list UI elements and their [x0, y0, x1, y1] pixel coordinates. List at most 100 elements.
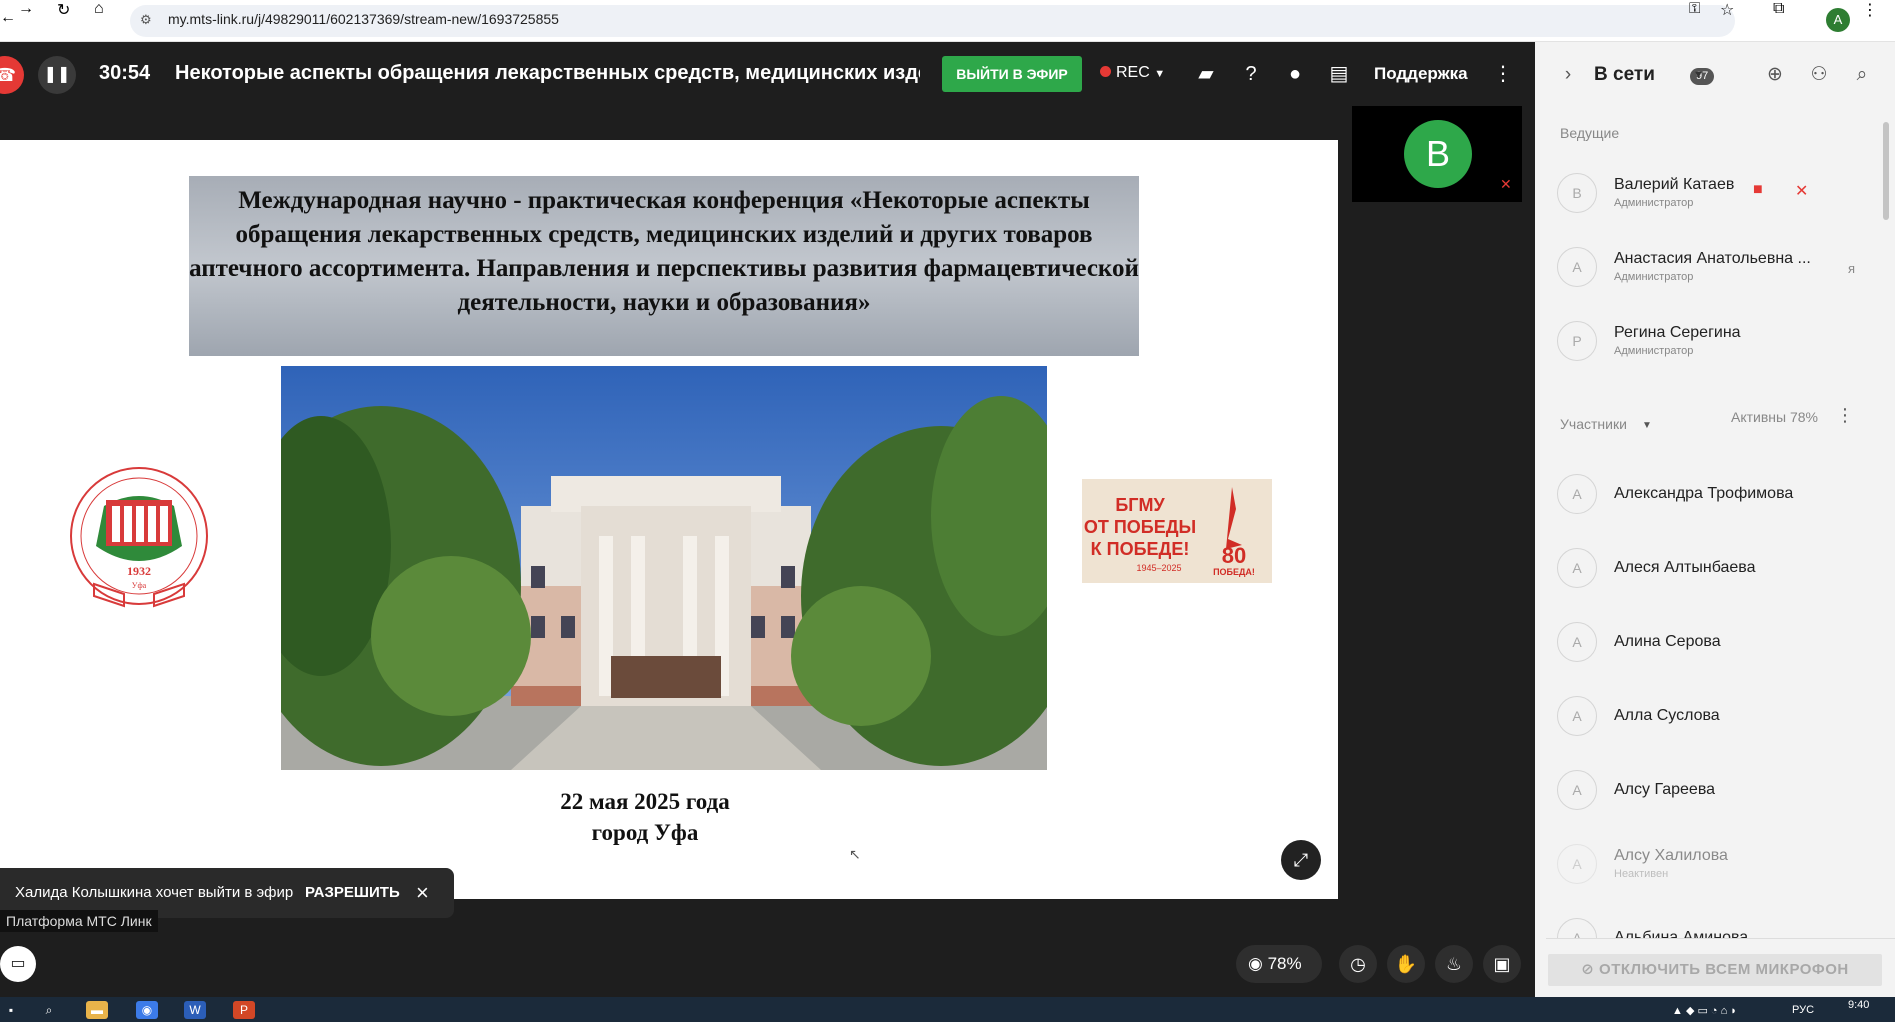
reactions-icon[interactable]: ♨ — [1435, 945, 1473, 983]
record-dot-icon — [1100, 66, 1111, 77]
avatar: А — [1557, 548, 1597, 588]
screen-share-icon[interactable]: ▭ — [0, 946, 36, 982]
slide-title: Международная научно - практическая конф… — [189, 187, 1139, 316]
go-live-button[interactable]: ВЫЙТИ В ЭФИР — [942, 56, 1082, 92]
participant-name: Алла Суслова — [1614, 707, 1720, 724]
search-icon[interactable]: ⌕ — [38, 1001, 60, 1019]
list-item[interactable]: А Алеся Алтынбаева — [1557, 548, 1877, 590]
avatar: В — [1557, 173, 1597, 213]
close-icon[interactable]: × — [416, 880, 429, 906]
fullscreen-button[interactable]: ⤢ — [1281, 840, 1321, 880]
support-button[interactable]: Поддержка — [1374, 64, 1468, 84]
powerpoint-icon[interactable]: P — [233, 1001, 255, 1019]
active-label: Активны 78% — [1731, 409, 1818, 425]
participants-label[interactable]: Участники — [1560, 416, 1627, 432]
list-item[interactable]: А Алсу Халилова Неактивен — [1557, 844, 1877, 886]
chrome-icon[interactable]: ◉ — [136, 1001, 158, 1019]
keyboard-language[interactable]: РУС — [1792, 1004, 1814, 1016]
camera-off-icon[interactable]: ■ — [1753, 181, 1763, 199]
search-icon[interactable]: ⌕ — [1849, 62, 1875, 88]
back-icon[interactable]: ← — [0, 9, 16, 27]
participants-icon[interactable]: ● — [1281, 60, 1309, 88]
banner-line1: БГМУ — [1115, 495, 1165, 515]
clock[interactable]: 9:40 — [1848, 999, 1869, 1011]
avatar: А — [1557, 247, 1597, 287]
mute-all-label: ОТКЛЮЧИТЬ ВСЕМ МИКРОФОН — [1599, 961, 1849, 978]
slide-date: 22 мая 2025 года — [560, 789, 730, 814]
list-item[interactable]: А Александра Трофимова — [1557, 474, 1877, 516]
record-label: REC — [1116, 64, 1150, 81]
record-button[interactable]: REC ▼ — [1100, 64, 1165, 82]
participant-name: Алсу Халилова — [1614, 847, 1728, 864]
layout-icon[interactable]: ▣ — [1483, 945, 1521, 983]
chevron-down-icon[interactable]: ▼ — [1642, 420, 1652, 431]
host-row[interactable]: А Анастасия Анатольевна ... Администрато… — [1557, 247, 1877, 291]
host-role: Администратор — [1614, 271, 1694, 283]
hosts-label: Ведущие — [1560, 125, 1620, 141]
chat-icon[interactable]: ▰ — [1192, 60, 1220, 88]
event-title: Некоторые аспекты обращения лекарственны… — [175, 62, 920, 84]
participant-status: Неактивен — [1614, 868, 1669, 880]
slide-city: город Уфа — [591, 820, 699, 845]
self-avatar: B — [1404, 120, 1472, 188]
avatar: А — [1557, 844, 1597, 884]
list-item[interactable]: А Альбина Аминова — [1557, 918, 1877, 938]
viewers-badge[interactable]: ◉ 78% — [1236, 945, 1322, 983]
host-role: Администратор — [1614, 197, 1694, 209]
host-row[interactable]: Р Регина Серегина Администратор — [1557, 321, 1877, 365]
divider — [1546, 938, 1895, 939]
victory-banner: БГМУ ОТ ПОБЕДЫ К ПОБЕДЕ! 1945–2025 80 ПО… — [1082, 479, 1272, 583]
chevron-down-icon: ▼ — [1154, 68, 1166, 80]
site-info-icon[interactable]: ⚙ — [140, 12, 152, 28]
url-text: my.mts-link.ru/j/49829011/602137369/stre… — [168, 11, 559, 27]
tray-icons[interactable]: ▲ ◆ ▭ ◔ ⌂ ◗ — [1672, 1004, 1737, 1017]
university-logo: 1932 Уфа — [64, 466, 214, 616]
chevron-right-icon[interactable]: › — [1555, 62, 1581, 88]
browser-profile-avatar[interactable]: A — [1826, 8, 1850, 32]
eye-icon: ◉ — [1248, 954, 1263, 973]
file-explorer-icon[interactable]: ▬ — [86, 1001, 108, 1019]
allow-button[interactable]: РАЗРЕШИТЬ — [305, 884, 400, 901]
bookmark-star-icon[interactable]: ☆ — [1720, 0, 1734, 20]
viewers-percent: 78% — [1267, 954, 1302, 973]
pause-button[interactable]: ❚❚ — [38, 56, 76, 94]
reload-icon[interactable]: ↻ — [57, 0, 70, 20]
host-role: Администратор — [1614, 345, 1694, 357]
more-menu-icon[interactable]: ⋮ — [1836, 405, 1854, 426]
files-icon[interactable]: ▤ — [1325, 60, 1353, 88]
banner-badge: 80 — [1222, 543, 1246, 568]
platform-label: Платформа МТС Линк — [0, 910, 158, 932]
list-item[interactable]: А Алла Суслова — [1557, 696, 1877, 738]
me-indicator: я — [1848, 261, 1856, 276]
avatar: А — [1557, 770, 1597, 810]
group-icon[interactable]: ⚇ — [1806, 62, 1832, 88]
extensions-icon[interactable]: ⧉ — [1773, 0, 1784, 18]
host-row[interactable]: В Валерий Катаев Администратор ■ ✕ — [1557, 173, 1877, 217]
more-menu-icon[interactable]: ⋮ — [1489, 60, 1517, 88]
timer-icon[interactable]: ◷ — [1339, 945, 1377, 983]
mic-off-icon[interactable]: ✕ — [1795, 181, 1808, 201]
participant-name: Алина Серова — [1614, 633, 1721, 650]
banner-line2: ОТ ПОБЕДЫ — [1084, 517, 1196, 537]
questions-icon[interactable]: ? — [1237, 60, 1265, 88]
slide-date-block: 22 мая 2025 года город Уфа — [440, 786, 850, 848]
mute-all-button[interactable]: ⊘ ОТКЛЮЧИТЬ ВСЕМ МИКРОФОН — [1548, 954, 1882, 986]
chevron-down-icon[interactable]: ▼ — [1693, 69, 1704, 81]
word-icon[interactable]: W — [184, 1001, 206, 1019]
banner-badge-sub: ПОБЕДА! — [1213, 567, 1255, 577]
add-icon[interactable]: ⊕ — [1762, 62, 1788, 88]
list-item[interactable]: А Алсу Гареева — [1557, 770, 1877, 812]
raise-hand-icon[interactable]: ✋ — [1387, 945, 1425, 983]
university-building-photo — [281, 366, 1047, 770]
avatar: А — [1557, 918, 1597, 938]
logo-city: Уфа — [132, 581, 147, 590]
participant-name: Альбина Аминова — [1614, 929, 1749, 938]
sidebar-scrollbar[interactable] — [1883, 122, 1889, 220]
browser-menu-icon[interactable]: ⋮ — [1862, 0, 1878, 20]
password-key-icon[interactable]: ⚿ — [1689, 0, 1700, 17]
banner-line3: К ПОБЕДЕ! — [1091, 539, 1190, 559]
forward-icon[interactable]: → — [18, 0, 34, 18]
home-icon[interactable]: ⌂ — [94, 0, 104, 18]
start-icon[interactable]: ▪ — [0, 1001, 22, 1019]
list-item[interactable]: А Алина Серова — [1557, 622, 1877, 664]
